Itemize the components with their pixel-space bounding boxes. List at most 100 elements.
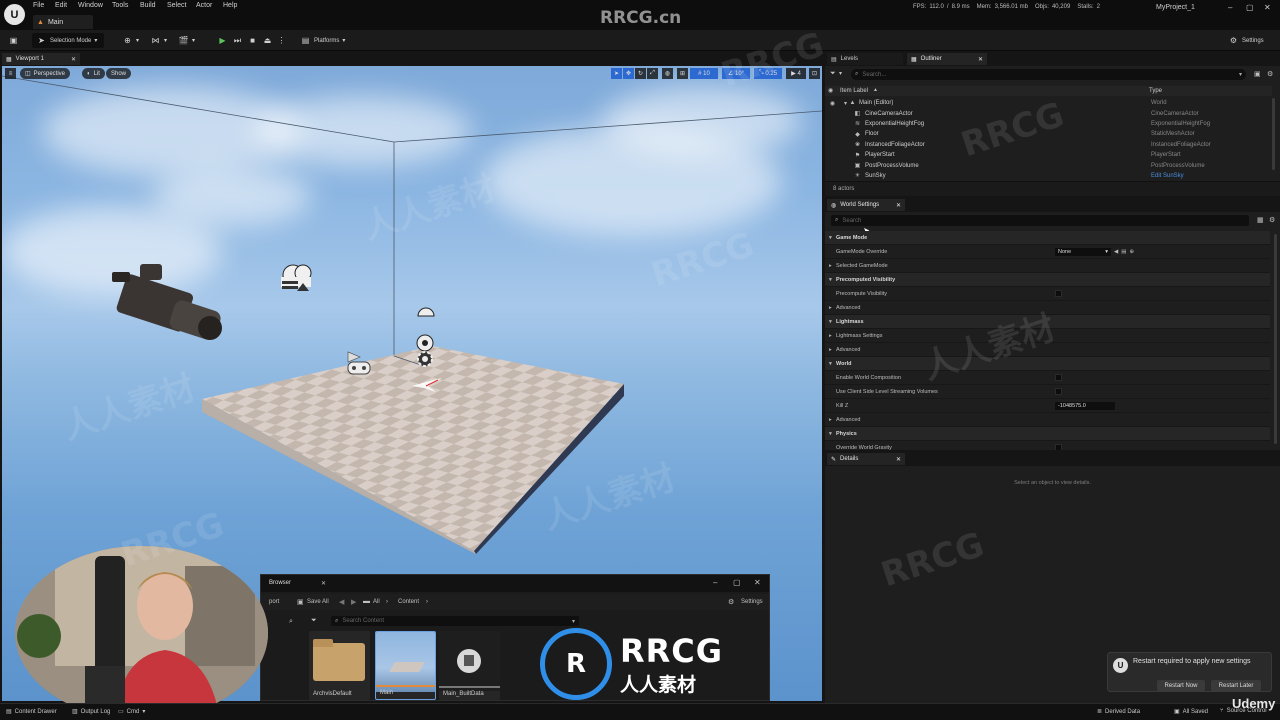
translate-tool-button[interactable]: ✥ [623,68,634,79]
property-checkbox[interactable] [1055,374,1062,381]
surface-snap-button[interactable]: ⊞ [677,68,688,79]
filter-icon[interactable]: ⏷ [830,70,836,78]
camera-speed-button[interactable]: ▶ 4 [786,68,806,79]
world-settings-scrollbar[interactable] [1274,234,1277,444]
chevron-down-icon[interactable]: ▾ [829,431,832,437]
property-row[interactable]: ▸ Lightmass Settings [825,329,1270,343]
show-dropdown[interactable]: Show [106,68,132,79]
minimize-icon[interactable]: – [713,578,717,587]
level-tab[interactable]: ▲ Main [33,15,93,29]
chevron-down-icon[interactable]: ▾ [829,361,832,367]
add-folder-icon[interactable]: ▣ [1254,70,1261,78]
close-tab-icon[interactable]: ✕ [978,56,983,63]
tab-outliner[interactable]: ▦ Outliner ✕ [907,53,987,65]
grid-view-icon[interactable]: ▦ [1257,216,1264,224]
restart-later-button[interactable]: Restart Later [1211,680,1261,691]
col-type[interactable]: Type [1149,88,1162,94]
add-actor-button[interactable]: ⊕ ▾ [118,33,143,48]
property-category[interactable]: ▾ Physics [825,427,1270,441]
output-log-button[interactable]: ▥ Output Log [72,708,110,716]
back-arrow-icon[interactable]: ◀ [1114,249,1118,255]
outliner-row[interactable]: ◆ Floor StaticMeshActor [825,129,1272,139]
outliner-row[interactable]: ◧ CineCameraActor CineCameraActor [825,108,1272,118]
property-row[interactable]: ▸ Advanced [825,343,1270,357]
tab-details[interactable]: ✎ Details ✕ [827,453,905,465]
scale-snap-button[interactable]: ⤡ 0.25 [754,68,782,79]
perspective-dropdown[interactable]: ◫ Perspective [20,68,71,79]
blueprint-button[interactable]: ⋈ ▾ [146,33,171,48]
outliner-scrollbar[interactable] [1272,98,1275,170]
browse-icon[interactable]: ▤ [1121,249,1126,255]
maximize-icon[interactable]: ▢ [733,578,741,587]
outliner-item-type[interactable]: Edit SunSky [1151,173,1184,179]
breadcrumb-all[interactable]: All [373,599,380,605]
asset-folder[interactable]: ArchvisDefault [309,631,370,700]
menu-help[interactable]: Help [223,2,237,9]
restart-now-button[interactable]: Restart Now [1157,680,1205,691]
viewport-menu-button[interactable]: ≡ [5,68,16,79]
menu-window[interactable]: Window [78,2,103,9]
search-icon[interactable]: ⌕ [289,618,293,626]
filter-icon[interactable]: ⏷ [311,617,317,625]
scale-tool-button[interactable]: ⤢ [647,68,658,79]
close-tab-icon[interactable]: ✕ [71,56,76,63]
property-category[interactable]: ▾ Lightmass [825,315,1270,329]
asset-built-data[interactable]: Main_BuiltData [439,631,500,700]
cmd-button[interactable]: ▭ Cmd ▾ [118,708,145,716]
outliner-row[interactable]: ▣ PostProcessVolume PostProcessVolume [825,160,1272,170]
add-icon[interactable]: ⊕ [1129,249,1134,255]
chevron-down-icon[interactable]: ▾ [829,319,832,325]
world-settings-search[interactable]: ⌕ Search [831,215,1249,226]
property-checkbox[interactable] [1055,444,1062,450]
outliner-row[interactable]: ❀ InstancedFoliageActor InstancedFoliageAc… [825,140,1272,150]
property-row[interactable]: Precompute Visibility [825,287,1270,301]
close-window-icon[interactable]: ✕ [1264,3,1271,12]
gamemode-dropdown[interactable]: None ▾ [1055,247,1111,256]
history-forward-icon[interactable]: ▶ [351,598,356,606]
chevron-right-icon[interactable]: ▸ [829,305,832,311]
history-back-icon[interactable]: ◀ [339,598,344,606]
property-row[interactable]: Override World Gravity [825,441,1270,450]
close-window-icon[interactable]: ✕ [754,578,761,587]
menu-build[interactable]: Build [140,2,156,9]
derived-data-button[interactable]: ≣ Derived Data [1097,708,1140,716]
close-tab-icon[interactable]: ✕ [321,580,326,587]
col-item-label[interactable]: Item Label [840,88,868,94]
chevron-down-icon[interactable]: ▾ [842,100,849,107]
settings-icon[interactable]: ⚙ [1267,70,1273,78]
unreal-logo-icon[interactable]: U [4,4,25,25]
import-button[interactable]: port [269,599,279,605]
property-category[interactable]: ▾ World [825,357,1270,371]
outliner-row[interactable]: ☀ SunSky Edit SunSky [825,171,1272,181]
tab-viewport-1[interactable]: ▦ Viewport 1 ✕ [2,53,80,65]
maximize-icon[interactable]: ▢ [1246,3,1254,12]
outliner-search[interactable]: ⌕ Search... ▾ [851,69,1246,80]
breadcrumb-content[interactable]: Content [398,599,419,605]
rotate-tool-button[interactable]: ↻ [635,68,646,79]
chevron-down-icon[interactable]: ▾ [829,235,832,241]
chevron-right-icon[interactable]: ▸ [829,263,832,269]
platforms-dropdown[interactable]: ▤ Platforms ▾ [296,33,349,48]
outliner-row[interactable]: ⚑ PlayerStart PlayerStart [825,150,1272,160]
property-row[interactable]: ▸ Advanced [825,301,1270,315]
chevron-down-icon[interactable]: ▾ [839,70,842,77]
property-row[interactable]: Kill Z -1048575.0 [825,399,1270,413]
content-drawer-button[interactable]: ▤ Content Drawer [6,708,57,716]
property-row[interactable]: GameMode Override None ▾ ◀ ▤ ⊕ [825,245,1270,259]
menu-actor[interactable]: Actor [196,2,212,9]
chevron-right-icon[interactable]: ▸ [829,347,832,353]
property-category[interactable]: ▾ Precomputed Visibility [825,273,1270,287]
minimize-icon[interactable]: – [1228,3,1232,12]
chevron-down-icon[interactable]: ▾ [829,277,832,283]
menu-select[interactable]: Select [167,2,186,9]
chevron-right-icon[interactable]: ▸ [829,417,832,423]
tab-levels[interactable]: ▤ Levels [827,53,903,65]
maximize-viewport-button[interactable]: ⊡ [809,68,820,79]
chevron-right-icon[interactable]: ▸ [829,333,832,339]
save-all-button[interactable]: Save All [307,599,329,605]
world-local-button[interactable]: ◍ [662,68,673,79]
play-options-button[interactable]: ⋮ [272,33,291,48]
settings-icon[interactable]: ⚙ [1269,216,1275,224]
save-button[interactable]: ▣ [4,33,23,48]
cinematics-button[interactable]: 🎬 ▾ [174,33,199,48]
